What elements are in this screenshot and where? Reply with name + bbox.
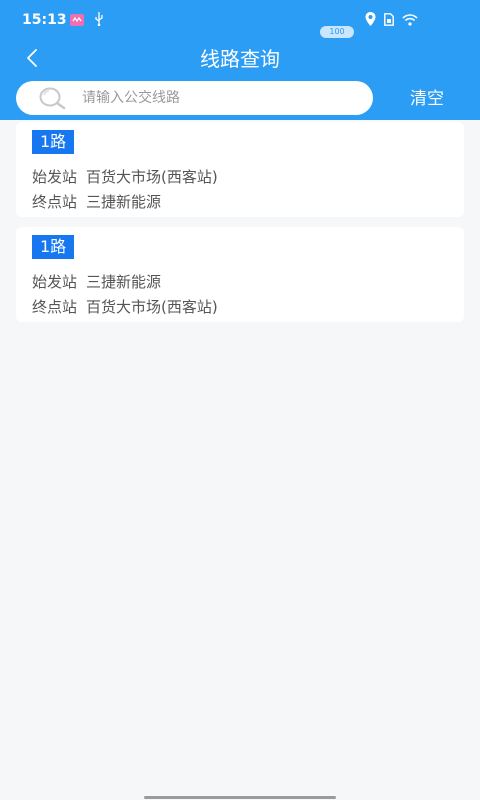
start-stop-row: 始发站 百货大市场(西客站) — [32, 167, 218, 187]
usb-icon — [94, 11, 104, 30]
search-icon — [38, 84, 68, 112]
title-bar: 线路查询 — [0, 40, 480, 80]
notification-app-icon — [70, 11, 84, 30]
location-icon — [365, 11, 376, 30]
start-stop-label: 始发站 — [32, 273, 78, 291]
status-bar: 15:13 100 — [0, 0, 480, 40]
chevron-left-icon — [26, 49, 38, 71]
route-list: 1路 始发站 百货大市场(西客站) 终点站 三捷新能源 1路 始发站 三捷新能源 终点… — [16, 122, 464, 332]
page-title: 线路查询 — [200, 47, 280, 71]
sim-card-icon — [384, 11, 394, 30]
route-name-badge: 1路 — [32, 130, 75, 154]
end-stop-name: 三捷新能源 — [86, 193, 162, 211]
battery-icon: 100 — [320, 26, 354, 38]
route-card[interactable]: 1路 始发站 三捷新能源 终点站 百货大市场(西客站) — [16, 227, 464, 322]
status-left-icons — [70, 11, 104, 30]
start-stop-label: 始发站 — [32, 168, 78, 186]
end-stop-label: 终点站 — [32, 298, 78, 316]
end-stop-row: 终点站 百货大市场(西客站) — [32, 297, 218, 317]
header-area: 15:13 100 线路查询 请输入公交线路 清空 — [0, 0, 480, 120]
search-input[interactable] — [82, 90, 332, 106]
clear-button[interactable]: 清空 — [392, 86, 462, 112]
route-card[interactable]: 1路 始发站 百货大市场(西客站) 终点站 三捷新能源 — [16, 122, 464, 217]
end-stop-row: 终点站 三捷新能源 — [32, 192, 161, 212]
start-stop-name: 百货大市场(西客站) — [86, 168, 218, 186]
wifi-icon — [402, 11, 418, 30]
route-name-badge: 1路 — [32, 235, 75, 259]
start-stop-row: 始发站 三捷新能源 — [32, 272, 161, 292]
start-stop-name: 三捷新能源 — [86, 273, 162, 291]
end-stop-name: 百货大市场(西客站) — [86, 298, 218, 316]
back-button[interactable] — [14, 44, 50, 76]
battery-level: 100 — [329, 27, 345, 36]
search-box — [16, 81, 373, 115]
home-indicator[interactable] — [144, 796, 336, 799]
status-right-icons: 100 — [320, 11, 418, 38]
end-stop-label: 终点站 — [32, 193, 78, 211]
status-time: 15:13 — [22, 12, 67, 28]
